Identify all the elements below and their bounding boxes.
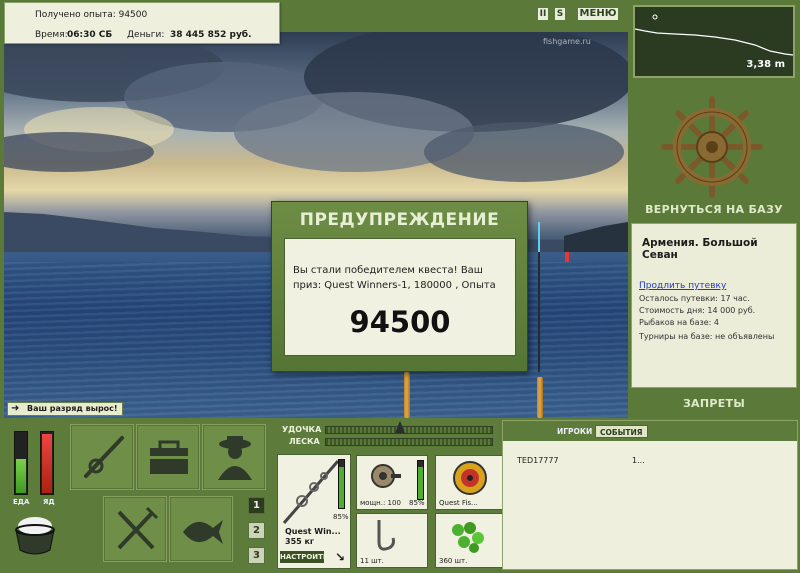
- rod-tension-bar: [325, 426, 493, 434]
- bait-count: 360 шт.: [439, 557, 468, 565]
- return-to-base-button[interactable]: ВЕРНУТЬСЯ НА БАЗУ: [633, 203, 795, 216]
- experience-text: Получено опыта: 94500: [35, 10, 148, 20]
- time-value: 06:30 СБ: [67, 30, 113, 40]
- permit-remaining: Осталось путевки: 17 час.: [639, 294, 750, 303]
- rod-holder-2: [537, 377, 543, 418]
- poison-bar-fill: [42, 434, 52, 493]
- fishing-rod-icon: [84, 436, 124, 478]
- rod-tension-label: УДОЧКА: [282, 425, 322, 434]
- hooks-count: 11 шт.: [360, 557, 384, 565]
- hook-slot[interactable]: 11 шт.: [356, 513, 428, 568]
- dialog-value: 94500: [349, 305, 451, 339]
- watermark: fishgame.ru: [543, 37, 591, 46]
- fish-keepnet-button[interactable]: [169, 496, 233, 562]
- arrow-down-right-icon: ↘: [335, 550, 346, 564]
- food-button[interactable]: [103, 496, 167, 562]
- food-bar: [14, 431, 28, 495]
- player-info: 1...: [632, 456, 645, 465]
- rod-card[interactable]: 85% Quest Win... 355 кг НАСТРОИТЬ ↘: [277, 454, 351, 569]
- character-button[interactable]: [202, 424, 266, 490]
- dialog-message: Вы стали победителем квеста! Ваш приз: Q…: [293, 265, 496, 291]
- poison-label: ЯД: [43, 498, 55, 506]
- food-pot-icon[interactable]: [10, 510, 60, 560]
- dialog-title: ПРЕДУПРЕЖДЕНИЕ: [299, 210, 500, 230]
- float-icon: [565, 252, 569, 262]
- slot-2-button[interactable]: 2: [248, 522, 265, 539]
- helm-wheel-icon[interactable]: [660, 95, 764, 199]
- fisherman-icon: [218, 436, 252, 480]
- line-tension-label: ЛЕСКА: [289, 437, 320, 446]
- setup-button[interactable]: НАСТРОИТЬ: [280, 551, 328, 563]
- line-name: Quest Fis...: [439, 499, 478, 507]
- line-slot[interactable]: Quest Fis...: [435, 455, 507, 510]
- dialog-body: Вы стали победителем квеста! Ваш приз: Q…: [284, 238, 516, 356]
- tab-players[interactable]: ИГРОКИ: [553, 425, 596, 438]
- rod-holder-1: [404, 372, 410, 418]
- line-tension-bar: [325, 438, 493, 446]
- poison-bar: [40, 431, 54, 495]
- rod-name: Quest Win...: [285, 527, 341, 536]
- menu-button[interactable]: МЕНЮ: [578, 8, 618, 20]
- rod-wear: 85%: [333, 513, 349, 521]
- peas-bait-icon: [452, 522, 484, 553]
- player-name: TED17777: [517, 456, 559, 465]
- bans-button[interactable]: ЗАПРЕТЫ: [633, 397, 795, 410]
- reel-slot[interactable]: мощн.: 100 85%: [356, 455, 428, 510]
- reel-power: мощн.: 100: [360, 499, 401, 507]
- food-bar-fill: [16, 458, 26, 493]
- rank-up-text: Ваш разряд вырос!: [27, 404, 118, 413]
- rod-button[interactable]: [70, 424, 134, 490]
- pause-button[interactable]: II: [538, 8, 548, 20]
- base-title: Армения. Большой Севан: [642, 237, 758, 261]
- line-spool-icon: [453, 461, 487, 495]
- money-value: 38 445 852 руб.: [170, 30, 252, 40]
- reel-wear-gauge: [417, 460, 424, 500]
- base-info-panel: Армения. Большой Севан Продлить путевку …: [631, 223, 797, 388]
- food-label: ЕДА: [13, 498, 30, 506]
- money-label: Деньги:: [127, 30, 165, 40]
- rod-wear-gauge: [338, 459, 345, 509]
- depth-map[interactable]: 3,38 m: [633, 5, 795, 78]
- status-panel: Получено опыта: 94500 Время: 06:30 СБ Де…: [4, 2, 280, 44]
- rank-up-notice[interactable]: ➜ Ваш разряд вырос!: [7, 402, 123, 416]
- bait-slot[interactable]: 360 шт.: [435, 513, 507, 568]
- players-panel: ИГРОКИ СОБЫТИЯ TED17777 1...: [502, 420, 798, 570]
- reel-icon: [371, 464, 401, 488]
- extend-permit-link[interactable]: Продлить путевку: [639, 281, 726, 291]
- time-label: Время:: [35, 30, 68, 40]
- day-cost: Стоимость дня: 14 000 руб.: [639, 306, 756, 315]
- fishers-count: Рыбаков на базе: 4: [639, 318, 719, 327]
- hook-icon: [377, 520, 395, 551]
- fork-knife-icon: [117, 506, 159, 550]
- tab-events[interactable]: СОБЫТИЯ: [595, 425, 648, 438]
- reel-wear: 85%: [409, 499, 425, 507]
- slot-1-button[interactable]: 1: [248, 497, 265, 514]
- depth-readout: 3,38 m: [746, 59, 785, 70]
- tension-pointer-icon: [395, 421, 405, 433]
- warning-dialog: ПРЕДУПРЕЖДЕНИЕ Вы стали победителем квес…: [271, 201, 528, 372]
- arrow-right-icon: ➜: [11, 403, 20, 414]
- sound-button[interactable]: S: [555, 8, 565, 20]
- rod-weight: 355 кг: [285, 537, 315, 546]
- tackle-box-button[interactable]: [136, 424, 200, 490]
- slot-3-button[interactable]: 3: [248, 547, 265, 564]
- tackle-box-icon: [150, 440, 188, 474]
- fish-icon: [183, 520, 223, 544]
- tournaments-status: Турниры на базе: не объявлены: [639, 332, 775, 341]
